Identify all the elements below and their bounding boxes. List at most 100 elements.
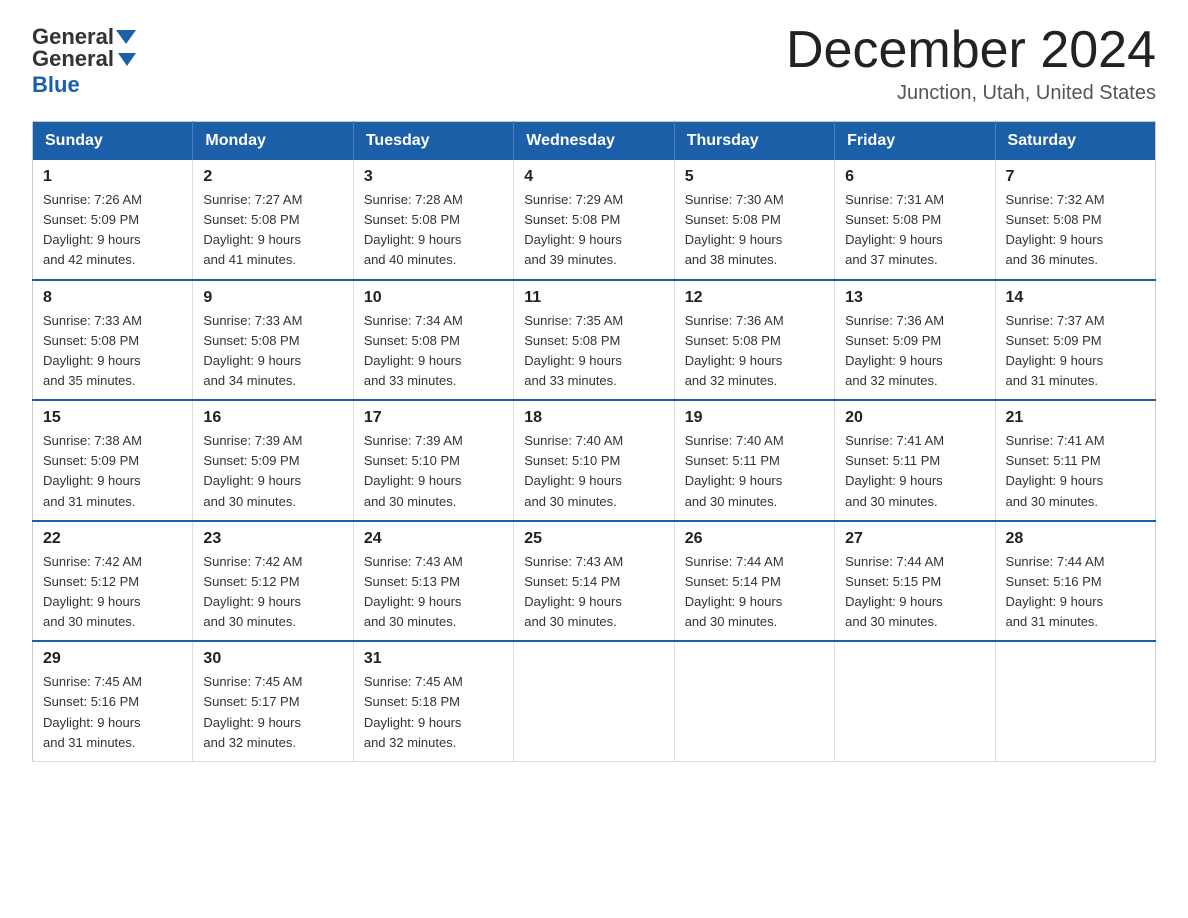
day-number: 4 bbox=[524, 168, 663, 186]
day-number: 30 bbox=[203, 650, 342, 668]
day-info: Sunrise: 7:40 AM Sunset: 5:10 PM Dayligh… bbox=[524, 431, 663, 512]
calendar-day-cell: 3 Sunrise: 7:28 AM Sunset: 5:08 PM Dayli… bbox=[353, 160, 513, 280]
calendar-week-row: 15 Sunrise: 7:38 AM Sunset: 5:09 PM Dayl… bbox=[33, 400, 1156, 521]
day-info: Sunrise: 7:45 AM Sunset: 5:17 PM Dayligh… bbox=[203, 672, 342, 753]
day-number: 20 bbox=[845, 409, 984, 427]
day-info: Sunrise: 7:42 AM Sunset: 5:12 PM Dayligh… bbox=[203, 552, 342, 633]
logo-blue-text: Blue bbox=[32, 72, 80, 97]
logo-triangle-icon bbox=[118, 53, 136, 66]
calendar-day-cell: 21 Sunrise: 7:41 AM Sunset: 5:11 PM Dayl… bbox=[995, 400, 1155, 521]
calendar-day-cell: 8 Sunrise: 7:33 AM Sunset: 5:08 PM Dayli… bbox=[33, 280, 193, 401]
day-number: 21 bbox=[1006, 409, 1145, 427]
day-info: Sunrise: 7:44 AM Sunset: 5:14 PM Dayligh… bbox=[685, 552, 824, 633]
day-info: Sunrise: 7:27 AM Sunset: 5:08 PM Dayligh… bbox=[203, 190, 342, 271]
day-info: Sunrise: 7:29 AM Sunset: 5:08 PM Dayligh… bbox=[524, 190, 663, 271]
day-number: 12 bbox=[685, 289, 824, 307]
month-title: December 2024 bbox=[786, 24, 1156, 76]
day-info: Sunrise: 7:30 AM Sunset: 5:08 PM Dayligh… bbox=[685, 190, 824, 271]
calendar-day-cell: 22 Sunrise: 7:42 AM Sunset: 5:12 PM Dayl… bbox=[33, 521, 193, 642]
day-number: 14 bbox=[1006, 289, 1145, 307]
calendar-day-cell: 19 Sunrise: 7:40 AM Sunset: 5:11 PM Dayl… bbox=[674, 400, 834, 521]
day-info: Sunrise: 7:38 AM Sunset: 5:09 PM Dayligh… bbox=[43, 431, 182, 512]
day-info: Sunrise: 7:41 AM Sunset: 5:11 PM Dayligh… bbox=[1006, 431, 1145, 512]
calendar-day-cell: 27 Sunrise: 7:44 AM Sunset: 5:15 PM Dayl… bbox=[835, 521, 995, 642]
calendar-day-cell: 26 Sunrise: 7:44 AM Sunset: 5:14 PM Dayl… bbox=[674, 521, 834, 642]
calendar-week-row: 8 Sunrise: 7:33 AM Sunset: 5:08 PM Dayli… bbox=[33, 280, 1156, 401]
calendar-day-cell: 20 Sunrise: 7:41 AM Sunset: 5:11 PM Dayl… bbox=[835, 400, 995, 521]
day-number: 3 bbox=[364, 168, 503, 186]
day-info: Sunrise: 7:32 AM Sunset: 5:08 PM Dayligh… bbox=[1006, 190, 1145, 271]
day-number: 16 bbox=[203, 409, 342, 427]
page-header: General General Blue December 2024 Junct… bbox=[32, 24, 1156, 105]
day-info: Sunrise: 7:45 AM Sunset: 5:18 PM Dayligh… bbox=[364, 672, 503, 753]
day-number: 15 bbox=[43, 409, 182, 427]
day-number: 28 bbox=[1006, 530, 1145, 548]
calendar-day-cell: 4 Sunrise: 7:29 AM Sunset: 5:08 PM Dayli… bbox=[514, 160, 674, 280]
calendar-week-row: 29 Sunrise: 7:45 AM Sunset: 5:16 PM Dayl… bbox=[33, 641, 1156, 761]
day-info: Sunrise: 7:44 AM Sunset: 5:15 PM Dayligh… bbox=[845, 552, 984, 633]
calendar-day-cell: 9 Sunrise: 7:33 AM Sunset: 5:08 PM Dayli… bbox=[193, 280, 353, 401]
day-info: Sunrise: 7:37 AM Sunset: 5:09 PM Dayligh… bbox=[1006, 311, 1145, 392]
day-info: Sunrise: 7:35 AM Sunset: 5:08 PM Dayligh… bbox=[524, 311, 663, 392]
calendar-day-cell: 28 Sunrise: 7:44 AM Sunset: 5:16 PM Dayl… bbox=[995, 521, 1155, 642]
calendar-week-row: 1 Sunrise: 7:26 AM Sunset: 5:09 PM Dayli… bbox=[33, 160, 1156, 280]
calendar-day-cell: 29 Sunrise: 7:45 AM Sunset: 5:16 PM Dayl… bbox=[33, 641, 193, 761]
day-number: 18 bbox=[524, 409, 663, 427]
day-number: 5 bbox=[685, 168, 824, 186]
day-info: Sunrise: 7:45 AM Sunset: 5:16 PM Dayligh… bbox=[43, 672, 182, 753]
calendar-day-cell: 5 Sunrise: 7:30 AM Sunset: 5:08 PM Dayli… bbox=[674, 160, 834, 280]
day-number: 24 bbox=[364, 530, 503, 548]
calendar-day-cell bbox=[674, 641, 834, 761]
day-info: Sunrise: 7:33 AM Sunset: 5:08 PM Dayligh… bbox=[203, 311, 342, 392]
day-info: Sunrise: 7:34 AM Sunset: 5:08 PM Dayligh… bbox=[364, 311, 503, 392]
day-number: 29 bbox=[43, 650, 182, 668]
calendar-day-cell: 13 Sunrise: 7:36 AM Sunset: 5:09 PM Dayl… bbox=[835, 280, 995, 401]
day-info: Sunrise: 7:36 AM Sunset: 5:09 PM Dayligh… bbox=[845, 311, 984, 392]
day-number: 23 bbox=[203, 530, 342, 548]
header-monday: Monday bbox=[193, 122, 353, 161]
day-number: 10 bbox=[364, 289, 503, 307]
day-info: Sunrise: 7:39 AM Sunset: 5:10 PM Dayligh… bbox=[364, 431, 503, 512]
calendar-day-cell: 17 Sunrise: 7:39 AM Sunset: 5:10 PM Dayl… bbox=[353, 400, 513, 521]
day-info: Sunrise: 7:39 AM Sunset: 5:09 PM Dayligh… bbox=[203, 431, 342, 512]
day-number: 25 bbox=[524, 530, 663, 548]
calendar-day-cell: 12 Sunrise: 7:36 AM Sunset: 5:08 PM Dayl… bbox=[674, 280, 834, 401]
day-info: Sunrise: 7:43 AM Sunset: 5:13 PM Dayligh… bbox=[364, 552, 503, 633]
day-number: 11 bbox=[524, 289, 663, 307]
calendar-day-cell: 11 Sunrise: 7:35 AM Sunset: 5:08 PM Dayl… bbox=[514, 280, 674, 401]
calendar-day-cell: 10 Sunrise: 7:34 AM Sunset: 5:08 PM Dayl… bbox=[353, 280, 513, 401]
calendar-week-row: 22 Sunrise: 7:42 AM Sunset: 5:12 PM Dayl… bbox=[33, 521, 1156, 642]
day-number: 31 bbox=[364, 650, 503, 668]
header-friday: Friday bbox=[835, 122, 995, 161]
day-number: 7 bbox=[1006, 168, 1145, 186]
day-info: Sunrise: 7:44 AM Sunset: 5:16 PM Dayligh… bbox=[1006, 552, 1145, 633]
calendar-day-cell bbox=[835, 641, 995, 761]
day-info: Sunrise: 7:33 AM Sunset: 5:08 PM Dayligh… bbox=[43, 311, 182, 392]
calendar-table: Sunday Monday Tuesday Wednesday Thursday… bbox=[32, 121, 1156, 762]
day-number: 6 bbox=[845, 168, 984, 186]
title-section: December 2024 Junction, Utah, United Sta… bbox=[786, 24, 1156, 105]
day-number: 27 bbox=[845, 530, 984, 548]
logo-arrow-icon bbox=[116, 30, 136, 44]
calendar-day-cell: 24 Sunrise: 7:43 AM Sunset: 5:13 PM Dayl… bbox=[353, 521, 513, 642]
calendar-day-cell: 23 Sunrise: 7:42 AM Sunset: 5:12 PM Dayl… bbox=[193, 521, 353, 642]
calendar-day-cell bbox=[514, 641, 674, 761]
calendar-day-cell bbox=[995, 641, 1155, 761]
calendar-day-cell: 18 Sunrise: 7:40 AM Sunset: 5:10 PM Dayl… bbox=[514, 400, 674, 521]
calendar-header-row: Sunday Monday Tuesday Wednesday Thursday… bbox=[33, 122, 1156, 161]
calendar-day-cell: 2 Sunrise: 7:27 AM Sunset: 5:08 PM Dayli… bbox=[193, 160, 353, 280]
day-info: Sunrise: 7:26 AM Sunset: 5:09 PM Dayligh… bbox=[43, 190, 182, 271]
calendar-day-cell: 1 Sunrise: 7:26 AM Sunset: 5:09 PM Dayli… bbox=[33, 160, 193, 280]
day-number: 2 bbox=[203, 168, 342, 186]
calendar-day-cell: 25 Sunrise: 7:43 AM Sunset: 5:14 PM Dayl… bbox=[514, 521, 674, 642]
day-info: Sunrise: 7:42 AM Sunset: 5:12 PM Dayligh… bbox=[43, 552, 182, 633]
calendar-day-cell: 7 Sunrise: 7:32 AM Sunset: 5:08 PM Dayli… bbox=[995, 160, 1155, 280]
location-text: Junction, Utah, United States bbox=[786, 82, 1156, 105]
header-sunday: Sunday bbox=[33, 122, 193, 161]
logo-general-bottom: General bbox=[32, 46, 114, 72]
day-number: 19 bbox=[685, 409, 824, 427]
day-number: 17 bbox=[364, 409, 503, 427]
header-saturday: Saturday bbox=[995, 122, 1155, 161]
header-tuesday: Tuesday bbox=[353, 122, 513, 161]
logo: General General Blue bbox=[32, 24, 138, 98]
